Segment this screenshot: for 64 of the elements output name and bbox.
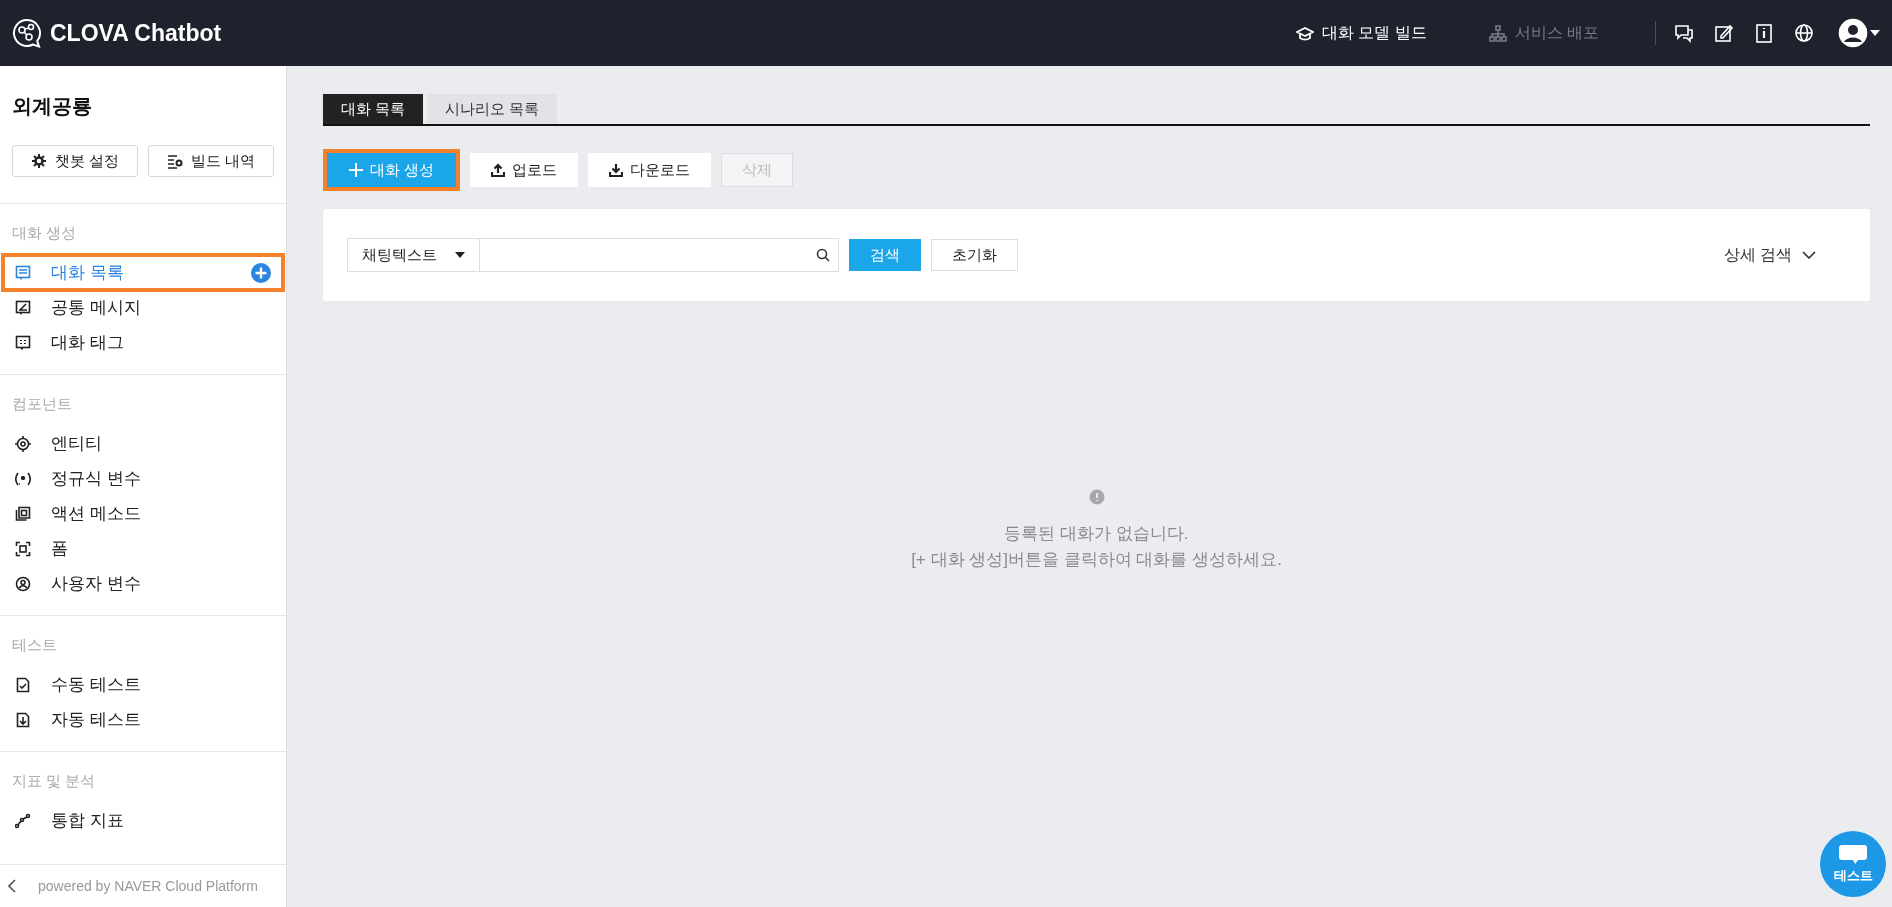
message-list-icon <box>15 264 31 281</box>
sidebar-item[interactable]: 통합 지표 <box>3 803 283 838</box>
sidebar-item[interactable]: 엔티티 <box>3 426 283 461</box>
tag-grid-icon <box>15 334 31 351</box>
sidebar-button[interactable]: 챗봇 설정 <box>12 145 138 177</box>
doc-download-icon <box>15 711 31 728</box>
upload-icon <box>491 163 506 177</box>
info-icon <box>1088 489 1105 505</box>
user-circle-icon <box>15 575 31 592</box>
edit-note-icon <box>1714 23 1734 43</box>
caret-down-icon <box>455 252 465 258</box>
user-menu[interactable] <box>1838 18 1880 48</box>
globe-icon <box>1794 23 1814 43</box>
sidebar-item[interactable]: 폼 <box>3 531 283 566</box>
gear-icon <box>30 153 47 169</box>
sidebar-button[interactable]: 빌드 내역 <box>148 145 274 177</box>
sidebar-item[interactable]: 사용자 변수 <box>3 566 283 601</box>
project-title: 외계공룡 <box>11 94 93 119</box>
empty-message: 등록된 대화가 없습니다. [+ 대화 생성]버튼을 클릭하여 대화를 생성하세요. <box>911 523 1282 571</box>
add-circle-icon <box>251 262 271 283</box>
hierarchy-icon <box>1488 24 1507 42</box>
action-frame-icon <box>15 505 31 522</box>
tab[interactable]: 시나리오 목록 <box>427 94 558 124</box>
sidebar-item[interactable]: 정규식 변수 <box>3 461 283 496</box>
target-icon <box>15 435 31 452</box>
toolbar-button[interactable]: 업로드 <box>470 153 579 187</box>
sidebar-item[interactable]: 대화 목록 <box>3 255 283 290</box>
section-heading: 컴포넌트 <box>11 395 73 414</box>
tab[interactable]: 대화 목록 <box>323 94 424 124</box>
app-title: CLOVA Chatbot <box>50 19 222 47</box>
chevron-left-icon <box>8 879 16 893</box>
filter-dropdown[interactable]: 채팅텍스트 <box>347 238 480 272</box>
section-heading: 대화 생성 <box>11 224 78 243</box>
sidebar-item[interactable]: 대화 태그 <box>3 325 283 360</box>
doc-check-icon <box>15 676 31 693</box>
message-edit-icon <box>15 299 31 316</box>
download-icon <box>609 163 624 177</box>
toolbar-button[interactable]: 다운로드 <box>588 153 712 187</box>
collapse-button[interactable] <box>8 879 16 893</box>
chat-bubble-icon <box>1838 843 1868 866</box>
sidebar-item[interactable]: 액션 메소드 <box>3 496 283 531</box>
chat-bubbles-icon <box>1674 23 1694 43</box>
regex-icon <box>15 470 31 487</box>
powered-by-text: powered by NAVER Cloud Platform <box>38 878 258 894</box>
nav-link[interactable]: 대화 모델 빌드 <box>1289 21 1433 45</box>
section-heading: 테스트 <box>11 636 58 655</box>
graduation-cap-icon <box>1295 24 1314 42</box>
advanced-search-toggle[interactable]: 상세 검색 <box>1717 243 1822 267</box>
search-icon <box>816 248 830 262</box>
section-heading: 지표 및 분석 <box>11 772 97 791</box>
form-frame-icon <box>15 540 31 557</box>
chevron-down-icon <box>1802 251 1816 259</box>
plus-icon <box>349 163 363 177</box>
chatbot-logo-icon <box>12 18 42 48</box>
sidebar-item[interactable]: 수동 테스트 <box>3 667 283 702</box>
info-book-icon <box>1754 23 1774 43</box>
chart-line-icon <box>15 812 31 829</box>
list-gear-icon <box>166 153 183 169</box>
search-field[interactable] <box>479 238 839 272</box>
sidebar-item[interactable]: 자동 테스트 <box>3 702 283 737</box>
search-button[interactable]: 초기화 <box>931 239 1018 271</box>
caret-down-icon <box>1870 30 1880 36</box>
sidebar-item[interactable]: 공통 메시지 <box>3 290 283 325</box>
avatar-icon <box>1838 18 1868 48</box>
